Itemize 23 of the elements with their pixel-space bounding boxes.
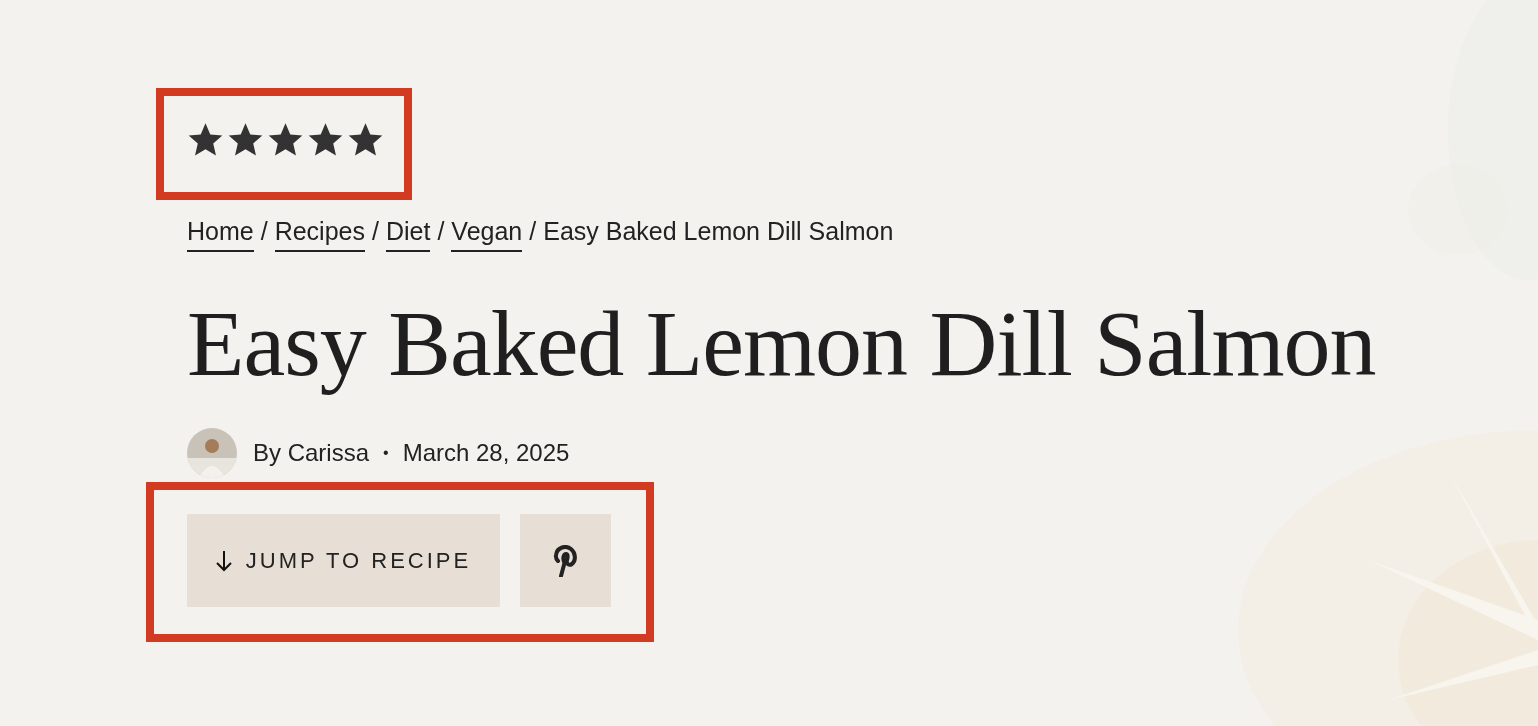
breadcrumb-separator: / [370, 216, 380, 247]
star-icon[interactable] [307, 120, 344, 158]
post-date: March 28, 2025 [402, 438, 570, 468]
breadcrumb-separator: / [259, 216, 269, 247]
star-icon[interactable] [347, 120, 384, 158]
star-icon[interactable] [187, 120, 224, 158]
pinterest-icon [552, 544, 579, 577]
breadcrumb-link[interactable]: Diet [385, 214, 431, 252]
breadcrumb-separator: / [436, 216, 446, 247]
jump-to-recipe-button[interactable]: JUMP TO RECIPE [187, 514, 500, 607]
breadcrumb-separator: / [528, 216, 538, 247]
meta-separator: • [383, 443, 389, 463]
page-title: Easy Baked Lemon Dill Salmon [187, 290, 1376, 397]
arrow-down-icon [215, 549, 232, 572]
breadcrumb-link[interactable]: Recipes [274, 214, 365, 252]
breadcrumb-link[interactable]: Home [187, 214, 254, 252]
breadcrumb-link[interactable]: Vegan [451, 214, 523, 252]
avatar-icon [187, 428, 237, 478]
author-name: By Carissa [253, 438, 370, 468]
breadcrumb-current: Easy Baked Lemon Dill Salmon [543, 216, 894, 247]
star-icon[interactable] [267, 120, 304, 158]
star-icon[interactable] [227, 120, 264, 158]
pinterest-button[interactable] [520, 514, 611, 607]
